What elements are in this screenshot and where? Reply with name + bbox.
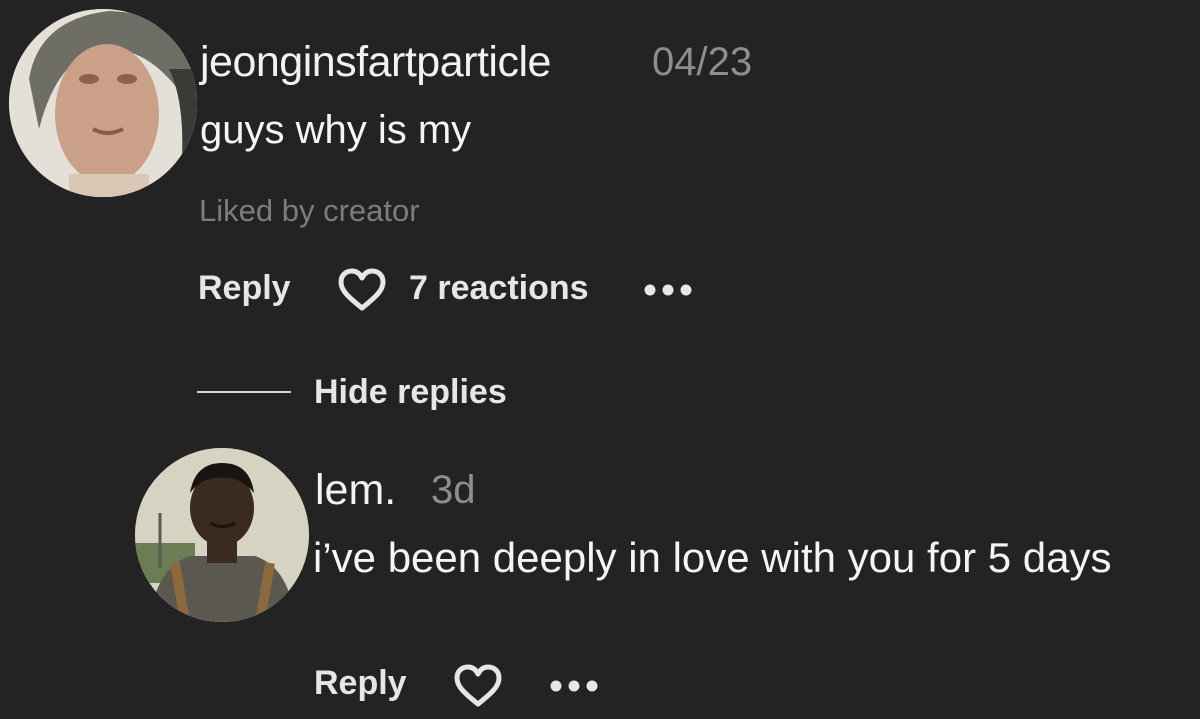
username[interactable]: jeonginsfartparticle	[200, 38, 551, 87]
reply-button[interactable]: Reply	[198, 269, 291, 308]
comment-text: i’ve been deeply in love with you for 5 …	[313, 534, 1112, 581]
timestamp: 3d	[431, 468, 476, 512]
reactions-count[interactable]: 7 reactions	[409, 269, 589, 308]
heart-outline-icon[interactable]	[453, 664, 503, 708]
heart-outline-icon[interactable]	[337, 268, 387, 312]
hide-replies-button[interactable]: Hide replies	[314, 373, 507, 412]
avatar[interactable]	[135, 448, 309, 622]
avatar[interactable]	[9, 9, 197, 197]
more-dots-icon[interactable]	[640, 280, 696, 300]
avatar-photo	[135, 448, 309, 622]
username[interactable]: lem.	[315, 466, 396, 515]
timestamp: 04/23	[652, 40, 753, 84]
more-dots-icon[interactable]	[546, 676, 602, 696]
thread-line	[197, 391, 291, 393]
reply-button[interactable]: Reply	[314, 664, 407, 703]
avatar-photo	[9, 9, 197, 197]
liked-by-creator: Liked by creator	[199, 193, 420, 228]
comment-text: guys why is my	[200, 108, 472, 152]
